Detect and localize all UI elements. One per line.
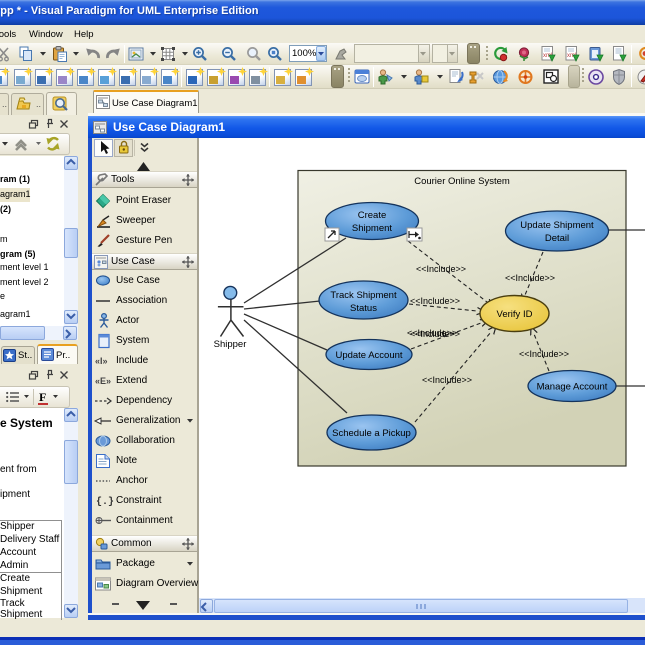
- svg-text:Track Shipment: Track Shipment: [330, 290, 397, 301]
- svg-text:Verify ID: Verify ID: [497, 309, 533, 320]
- svg-text:Manage Account: Manage Account: [537, 382, 608, 393]
- svg-text:Update Shipment: Update Shipment: [520, 220, 594, 231]
- svg-text:Update Account: Update Account: [335, 350, 402, 361]
- svg-text:«E»: «E»: [95, 376, 111, 386]
- svg-text:Shipment: Shipment: [352, 223, 392, 234]
- svg-text:Shipper: Shipper: [214, 339, 247, 350]
- svg-text:<<Include>>: <<Include>>: [519, 349, 569, 359]
- svg-text:{.}: {.}: [96, 496, 114, 508]
- svg-text:«I»: «I»: [95, 356, 108, 366]
- svg-text:Status: Status: [350, 303, 377, 314]
- svg-text:<<Include>>: <<Include>>: [410, 329, 460, 339]
- svg-text:Create: Create: [358, 210, 387, 221]
- svg-text:<<Include>>: <<Include>>: [416, 264, 466, 274]
- svg-text:<<Include>>: <<Include>>: [505, 273, 555, 283]
- svg-text:Schedule a Pickup: Schedule a Pickup: [332, 428, 411, 439]
- svg-text:<<Include>>: <<Include>>: [410, 296, 460, 306]
- svg-text:Detail: Detail: [545, 233, 569, 244]
- svg-text:Courier Online System: Courier Online System: [414, 176, 510, 187]
- svg-text:<<Include>>: <<Include>>: [422, 375, 472, 385]
